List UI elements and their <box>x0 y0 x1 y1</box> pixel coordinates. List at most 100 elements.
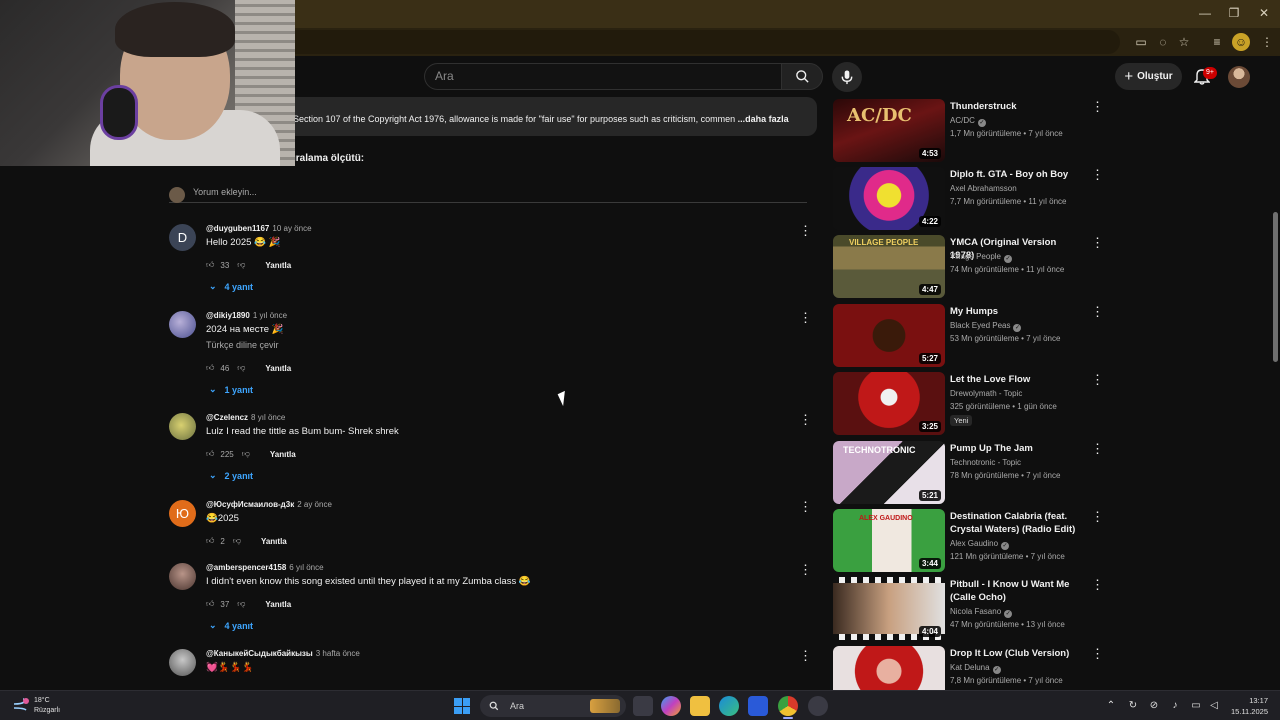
eye-slash-icon[interactable]: ◌ <box>1154 33 1172 51</box>
commenter-avatar[interactable] <box>169 413 196 440</box>
display-icon[interactable]: ▭ <box>1189 699 1203 713</box>
thumbs-down-icon[interactable]: 👎︎ <box>242 449 250 459</box>
close-button[interactable]: ✕ <box>1249 4 1279 22</box>
video-menu-icon[interactable]: ⋮ <box>1091 442 1104 456</box>
thumbs-up-icon[interactable]: 👍︎ <box>206 536 214 546</box>
recommended-video[interactable]: 4:22 Diplo ft. GTA - Boy oh Boy Axel Abr… <box>833 167 1104 230</box>
scrollbar-thumb[interactable] <box>1273 212 1278 362</box>
video-thumbnail[interactable]: 4:04 <box>833 577 945 640</box>
video-thumbnail[interactable]: ALEX GAUDINO 3:44 <box>833 509 945 572</box>
search-input[interactable]: Ara <box>424 63 782 90</box>
reply-button[interactable]: Yanıtla <box>261 537 287 546</box>
system-clock[interactable]: 13:17 15.11.2025 <box>1222 695 1268 717</box>
video-title[interactable]: Thunderstruck <box>950 100 1080 113</box>
microphone-tray-icon[interactable]: ♪ <box>1168 699 1182 713</box>
recommended-video[interactable]: TECHNOTRONIC 5:21 Pump Up The Jam Techno… <box>833 441 1104 504</box>
taskbar-search[interactable]: Ara <box>480 695 626 717</box>
profile-icon[interactable]: ☺ <box>1232 33 1250 51</box>
channel-name[interactable]: Nicola Fasano ✓ <box>950 607 1013 618</box>
thumbs-up-icon[interactable]: 👍︎ <box>206 599 214 609</box>
recommended-video[interactable]: Drop It Low (Club Version) Kat Deluna ✓ 7… <box>833 646 1103 690</box>
video-menu-icon[interactable]: ⋮ <box>1091 373 1104 387</box>
comment-author[interactable]: @ЮсуфИсмаилов-д3к 2 ay önce <box>206 500 332 509</box>
video-menu-icon[interactable]: ⋮ <box>1091 305 1104 319</box>
thumbs-up-icon[interactable]: 👍︎ <box>206 449 214 459</box>
thumbs-down-icon[interactable]: 👎︎ <box>237 599 245 609</box>
channel-name[interactable]: AC/DC ✓ <box>950 116 986 127</box>
video-title[interactable]: Diplo ft. GTA - Boy oh Boy <box>950 168 1080 181</box>
recommended-video[interactable]: 4:04 Pitbull - I Know U Want Me (Calle O… <box>833 577 1104 640</box>
sync-icon[interactable]: ↻ <box>1126 699 1140 713</box>
comment-menu-icon[interactable]: ⋮ <box>799 563 812 577</box>
channel-name[interactable]: Black Eyed Peas ✓ <box>950 321 1022 332</box>
thumbs-down-icon[interactable]: 👎︎ <box>237 363 245 373</box>
comment-author[interactable]: @duyguben1167 10 ay önce <box>206 224 312 233</box>
channel-name[interactable]: Kat Deluna ✓ <box>950 663 1001 674</box>
video-title[interactable]: Destination Calabria (feat. Crystal Wate… <box>950 510 1080 536</box>
recommended-video[interactable]: AC/DC 4:53 Thunderstruck AC/DC ✓ 1,7 Mn g… <box>833 99 1104 162</box>
video-thumbnail[interactable]: TECHNOTRONIC 5:21 <box>833 441 945 504</box>
task-view-icon[interactable] <box>633 696 653 716</box>
comment-author[interactable]: @amberspencer4158 6 yıl önce <box>206 563 324 572</box>
video-thumbnail[interactable]: AC/DC 4:53 <box>833 99 945 162</box>
account-avatar[interactable] <box>1228 66 1250 88</box>
comment-author[interactable]: @Czelencz 8 yıl önce <box>206 413 285 422</box>
view-replies-button[interactable]: ⌄ 4 yanıt <box>209 620 253 631</box>
channel-name[interactable]: Village People ✓ <box>950 252 1013 263</box>
volume-icon[interactable]: ◁ <box>1207 699 1221 713</box>
channel-name[interactable]: Axel Abrahamsson <box>950 184 1017 193</box>
cast-icon[interactable]: ▭ <box>1132 33 1150 51</box>
page-scrollbar[interactable] <box>1271 56 1280 690</box>
file-explorer-icon[interactable] <box>690 696 710 716</box>
channel-name[interactable]: Alex Gaudino ✓ <box>950 539 1010 550</box>
show-more-link[interactable]: ...daha fazla <box>738 114 789 124</box>
voice-search-button[interactable] <box>832 62 862 92</box>
video-title[interactable]: Pump Up The Jam <box>950 442 1080 455</box>
thumbs-up-icon[interactable]: 👍︎ <box>206 363 214 373</box>
view-replies-button[interactable]: ⌄ 2 yanıt <box>209 470 253 481</box>
reading-list-icon[interactable]: ≡ <box>1208 33 1226 51</box>
reply-button[interactable]: Yanıtla <box>265 261 291 270</box>
commenter-avatar[interactable] <box>169 311 196 338</box>
video-menu-icon[interactable]: ⋮ <box>1091 578 1104 592</box>
recommended-video[interactable]: VILLAGE PEOPLE 4:47 YMCA (Original Versi… <box>833 235 1104 298</box>
reply-button[interactable]: Yanıtla <box>270 450 296 459</box>
edge-icon[interactable] <box>719 696 739 716</box>
restore-button[interactable]: ❐ <box>1219 4 1249 22</box>
menu-dots-icon[interactable]: ⋮ <box>1258 33 1276 51</box>
channel-name[interactable]: Drewolymath - Topic <box>950 389 1022 398</box>
video-title[interactable]: Pitbull - I Know U Want Me (Calle Ocho) <box>950 578 1080 604</box>
view-replies-button[interactable]: ⌄ 4 yanıt <box>209 281 253 292</box>
video-title[interactable]: My Humps <box>950 305 1080 318</box>
commenter-avatar[interactable] <box>169 649 196 676</box>
minimize-button[interactable]: — <box>1190 4 1220 22</box>
chrome-icon[interactable] <box>778 696 798 716</box>
commenter-avatar[interactable] <box>169 563 196 590</box>
comment-menu-icon[interactable]: ⋮ <box>799 224 812 238</box>
comment-menu-icon[interactable]: ⋮ <box>799 311 812 325</box>
thumbs-up-icon[interactable]: 👍︎ <box>206 260 214 270</box>
channel-name[interactable]: Technotronic - Topic <box>950 458 1021 467</box>
translate-link[interactable]: Türkçe diline çevir <box>206 340 279 350</box>
video-thumbnail[interactable] <box>833 646 945 690</box>
recommended-video[interactable]: 5:27 My Humps Black Eyed Peas ✓ 53 Mn gör… <box>833 304 1104 367</box>
store-icon[interactable] <box>748 696 768 716</box>
comment-menu-icon[interactable]: ⋮ <box>799 413 812 427</box>
windows-start-icon[interactable] <box>454 698 470 714</box>
comment-menu-icon[interactable]: ⋮ <box>799 500 812 514</box>
copilot-icon[interactable] <box>661 696 681 716</box>
commenter-avatar[interactable]: D <box>169 224 196 251</box>
video-thumbnail[interactable]: 5:27 <box>833 304 945 367</box>
video-menu-icon[interactable]: ⋮ <box>1091 647 1103 661</box>
sort-by-button[interactable]: ıralama ölçütü: <box>293 153 364 164</box>
comment-author[interactable]: @dikiy1890 1 yıl önce <box>206 311 287 320</box>
video-thumbnail[interactable]: 4:22 <box>833 167 945 230</box>
view-replies-button[interactable]: ⌄ 1 yanıt <box>209 384 253 395</box>
video-menu-icon[interactable]: ⋮ <box>1091 100 1104 114</box>
recommended-video[interactable]: 3:25 Let the Love Flow Drewolymath - Top… <box>833 372 1104 435</box>
thumbs-down-icon[interactable]: 👎︎ <box>237 260 245 270</box>
video-title[interactable]: Drop It Low (Club Version) <box>950 647 1080 660</box>
video-menu-icon[interactable]: ⋮ <box>1091 236 1104 250</box>
comment-menu-icon[interactable]: ⋮ <box>799 649 812 663</box>
recommended-video[interactable]: ALEX GAUDINO 3:44 Destination Calabria (… <box>833 509 1104 572</box>
